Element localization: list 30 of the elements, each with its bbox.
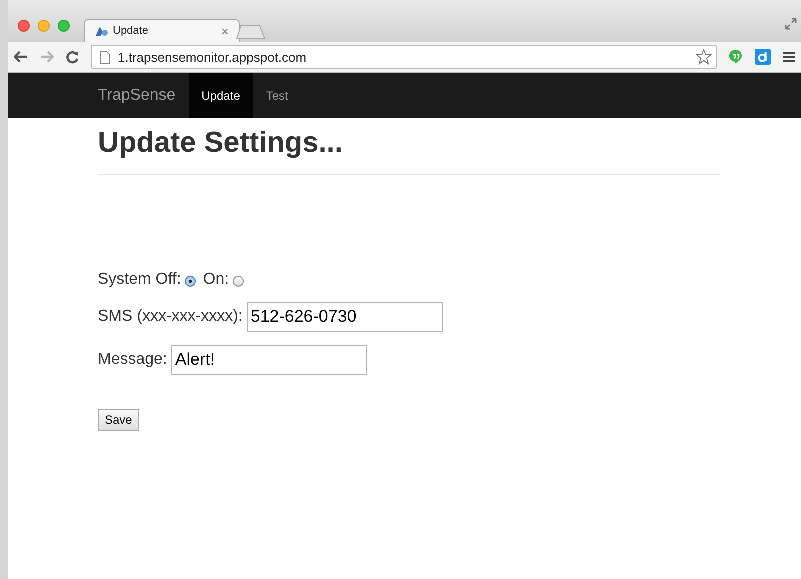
field-label: Message: <box>98 351 168 369</box>
input-field[interactable]: Alert! <box>171 345 368 375</box>
radio-button[interactable] <box>233 276 244 287</box>
zoom-window-icon[interactable] <box>58 20 70 32</box>
page-icon <box>100 50 110 64</box>
back-icon[interactable] <box>14 51 28 63</box>
nav-tab[interactable]: Test <box>253 73 302 118</box>
radio-label: On: <box>203 271 230 289</box>
radio-label: System Off: <box>98 271 182 289</box>
chat-bubble-icon[interactable] <box>729 49 743 65</box>
brand-link[interactable]: TrapSense <box>98 86 176 104</box>
menu-icon[interactable] <box>783 51 795 63</box>
radio-button[interactable] <box>185 276 196 287</box>
bookmark-star-icon[interactable] <box>696 49 712 65</box>
forward-icon[interactable] <box>40 51 54 63</box>
page-heading: Update Settings... <box>98 127 344 160</box>
input-field[interactable]: 512-626-0730 <box>246 302 443 332</box>
field-label: SMS (xxx-xxx-xxxx): <box>98 308 243 326</box>
extension-d-icon[interactable] <box>755 49 771 65</box>
tab-title: Update <box>113 25 150 37</box>
nav-tab[interactable]: Update <box>188 73 254 118</box>
reload-icon[interactable] <box>66 50 79 64</box>
browser-tab[interactable]: Update × <box>84 19 240 42</box>
minimize-window-icon[interactable] <box>38 20 50 32</box>
address-bar[interactable]: 1.trapsensemonitor.appspot.com <box>91 45 717 69</box>
save-button[interactable]: Save <box>98 409 140 431</box>
fullscreen-icon[interactable] <box>785 18 797 30</box>
new-tab-button[interactable] <box>236 24 266 40</box>
tab-favicon-icon <box>95 25 109 37</box>
close-window-icon[interactable] <box>18 20 30 32</box>
